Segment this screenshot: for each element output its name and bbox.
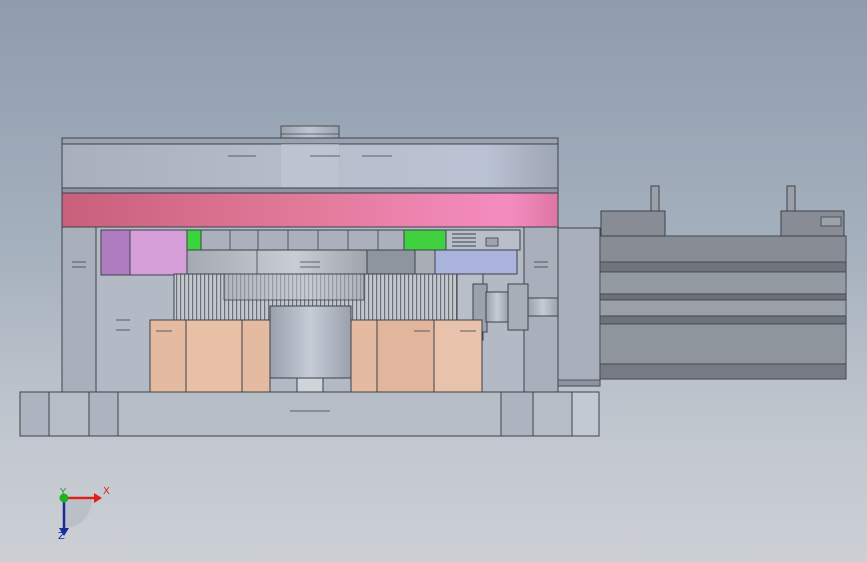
x-axis-label: X — [103, 486, 110, 497]
cad-viewport[interactable]: X Y Z — [0, 0, 867, 562]
coordinate-triad-icon — [59, 493, 102, 536]
rotary-table-plate[interactable] — [61, 137, 559, 194]
z-axis-label: Z — [58, 531, 65, 542]
coordinate-triad: X Y Z — [30, 478, 130, 548]
y-axis-label: Y — [60, 487, 67, 498]
x-axis-arrowhead — [94, 493, 102, 503]
upper-bearing-band[interactable] — [200, 229, 405, 251]
gear-hub[interactable] — [186, 249, 436, 275]
spring-part[interactable] — [445, 229, 521, 251]
green-part-right[interactable] — [403, 229, 447, 251]
base-plate[interactable] — [19, 391, 600, 437]
rotary-table-model[interactable] — [0, 0, 867, 562]
motor-flange[interactable] — [557, 227, 601, 387]
worm-housing-blue[interactable] — [434, 249, 518, 275]
green-part-left[interactable] — [186, 229, 202, 251]
magenta-block[interactable] — [100, 229, 188, 276]
pink-bearing-ring[interactable] — [61, 192, 559, 228]
servo-motor[interactable] — [599, 185, 847, 380]
